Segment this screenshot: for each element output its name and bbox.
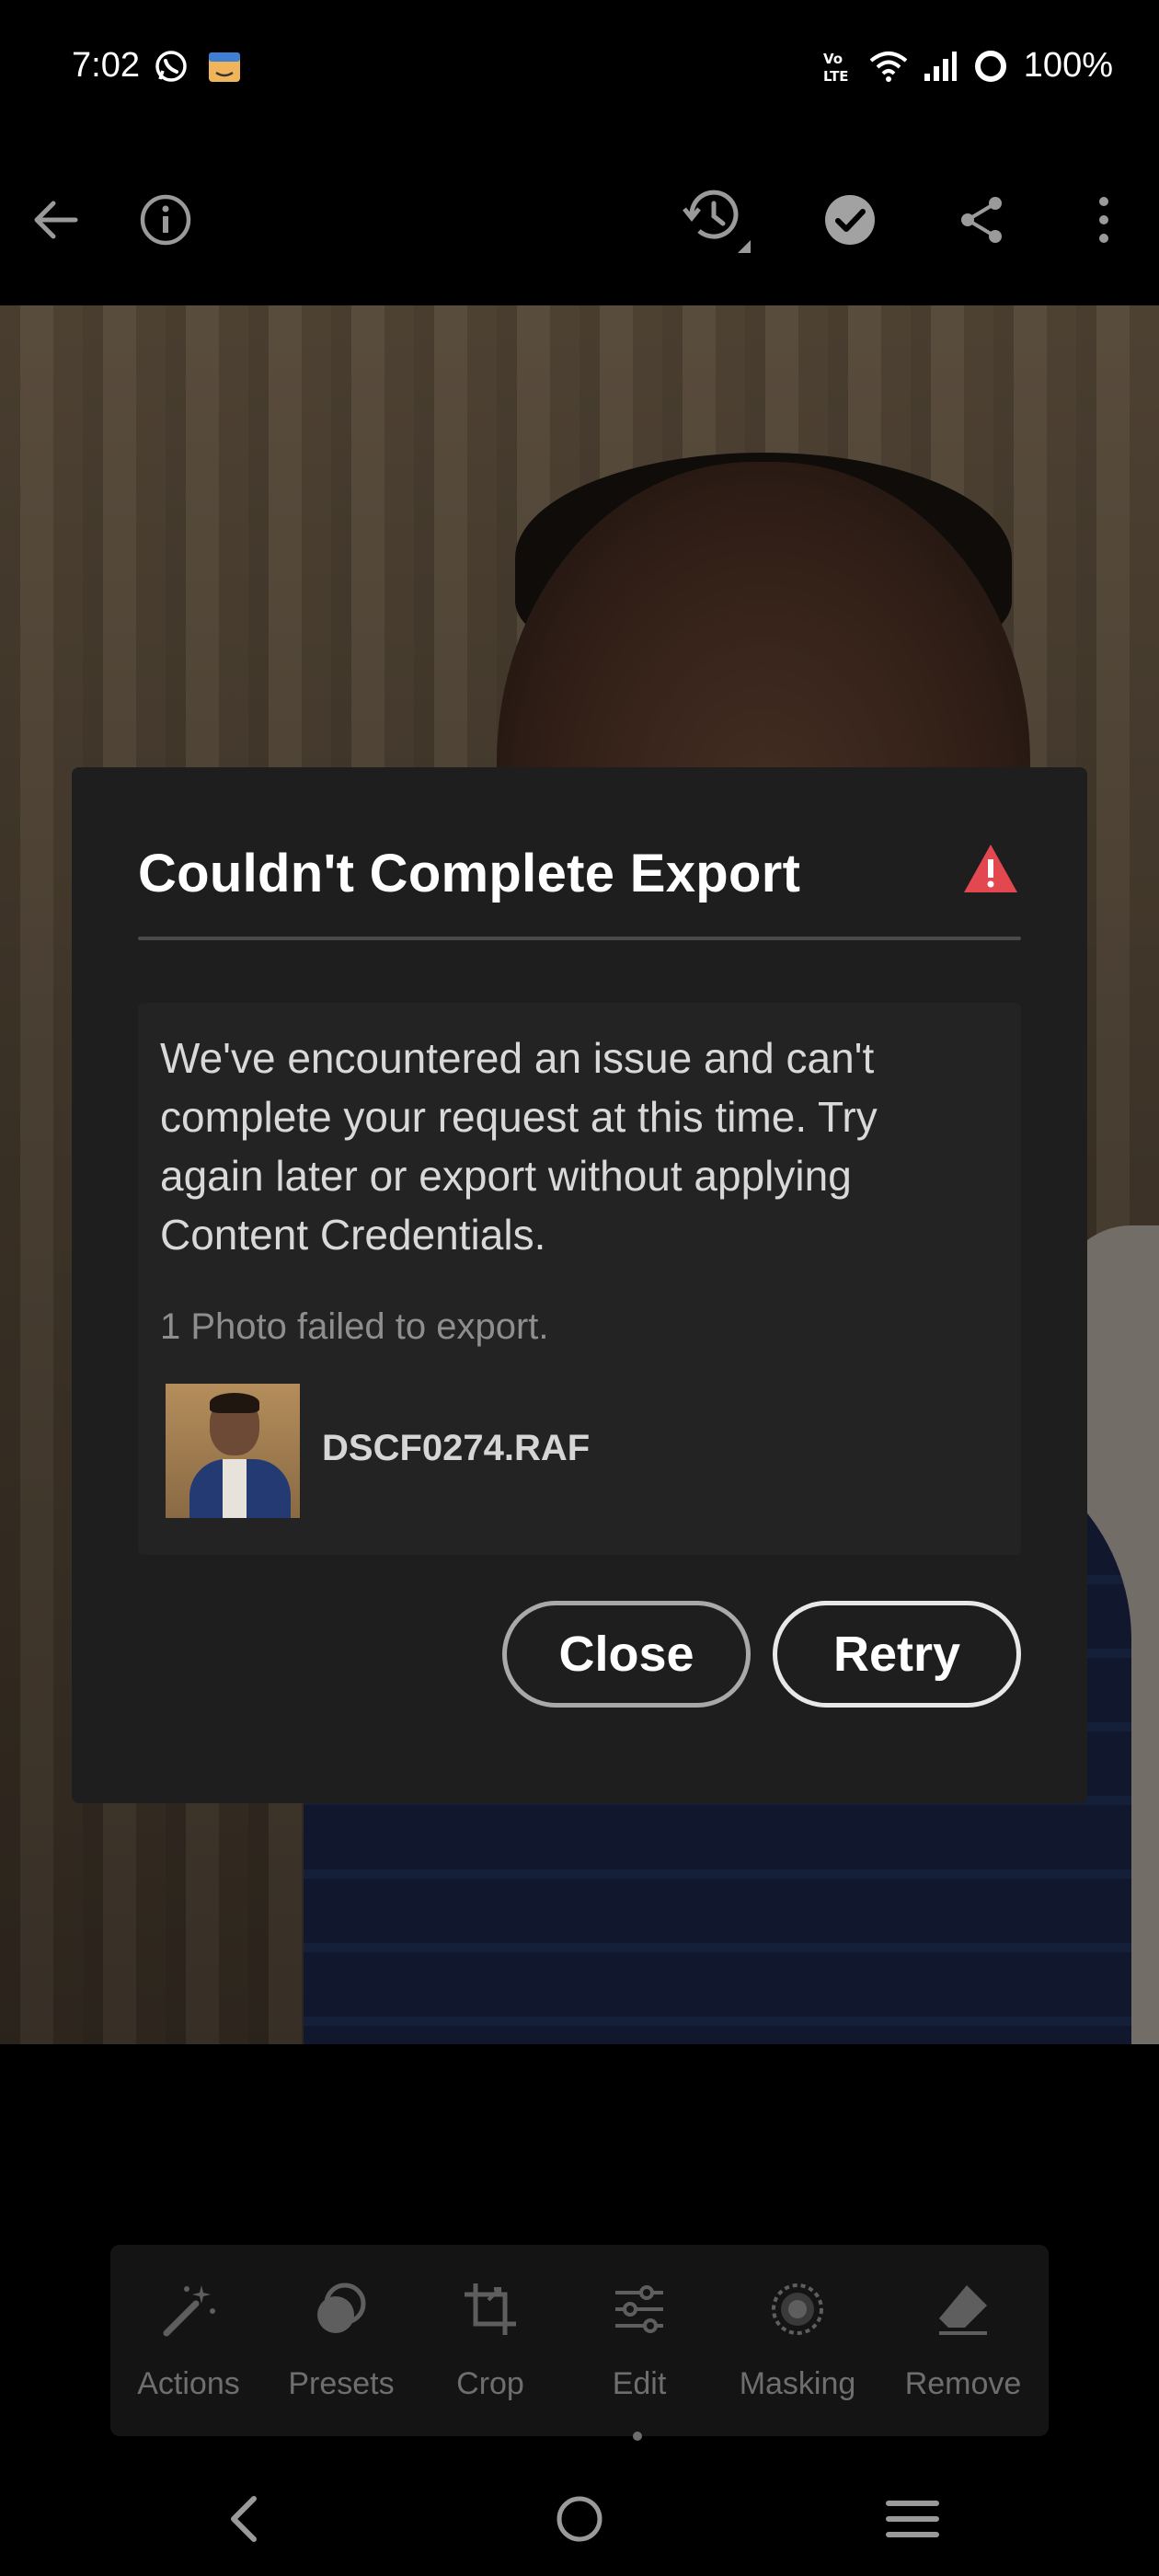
tool-crop[interactable]: Crop [421,2272,559,2402]
share-icon [957,194,1008,250]
tool-label: Edit [612,2366,667,2401]
back-arrow-icon [29,194,81,250]
status-time: 7:02 [72,46,140,85]
export-error-dialog: Couldn't Complete Export We've encounter… [72,767,1087,1803]
done-button[interactable] [817,189,883,255]
dialog-divider [138,937,1021,940]
tool-label: Crop [456,2366,524,2401]
back-button[interactable] [22,189,88,255]
battery-percentage: 100% [1023,46,1113,85]
photo-thumbnail [166,1384,300,1518]
nav-back-button[interactable] [206,2484,280,2558]
tool-label: Masking [739,2366,856,2401]
tool-remove[interactable]: Remove [894,2272,1032,2402]
failed-count: 1 Photo failed to export. [160,1306,549,1347]
system-nav-bar [0,2466,1159,2576]
more-vertical-icon [1095,194,1113,250]
signal-icon [923,50,958,83]
history-icon [679,183,752,261]
crop-icon [421,2272,559,2346]
tool-label: Remove [904,2366,1022,2401]
sliders-icon [570,2272,708,2346]
retry-button[interactable]: Retry [773,1601,1021,1708]
svg-text:Vo: Vo [823,51,843,67]
error-message: We've encountered an issue and can't com… [160,1034,878,1259]
close-button[interactable]: Close [502,1601,751,1708]
info-button[interactable] [132,189,199,255]
tool-edit[interactable]: Edit [570,2272,708,2402]
battery-ring-icon [972,48,1009,85]
nav-recents-button[interactable] [876,2484,949,2558]
amazon-package-icon [206,48,243,85]
tool-masking[interactable]: Masking [729,2272,866,2402]
active-tool-indicator [633,2432,642,2441]
wifi-icon [869,50,908,83]
masking-icon [729,2272,866,2346]
alert-triangle-icon [962,843,1019,899]
check-circle-icon [821,191,878,253]
svg-text:LTE: LTE [823,68,849,85]
tool-actions[interactable]: Actions [120,2272,258,2402]
info-icon [138,192,193,252]
nav-recents-icon [885,2498,940,2545]
tool-label: Actions [137,2366,240,2401]
presets-icon [272,2272,410,2346]
nav-home-icon [552,2491,607,2551]
top-toolbar [0,138,1159,305]
magic-wand-icon [120,2272,258,2346]
share-button[interactable] [949,189,1016,255]
status-bar: 7:02 Vo LTE 100% [0,0,1159,138]
nav-home-button[interactable] [543,2484,616,2558]
tool-label: Presets [288,2366,395,2401]
eraser-icon [894,2272,1032,2346]
volte-icon: Vo LTE [823,48,855,85]
history-button[interactable] [683,189,751,255]
whatsapp-icon [153,48,189,85]
file-name: DSCF0274.RAF [322,1428,591,1468]
more-button[interactable] [1071,189,1137,255]
nav-back-icon [224,2493,261,2549]
dialog-title: Couldn't Complete Export [138,844,801,903]
tool-presets[interactable]: Presets [272,2272,410,2402]
dialog-body: We've encountered an issue and can't com… [138,1003,1021,1555]
edit-tools-panel: Actions Presets Crop Edit Masking Remove [110,2245,1049,2436]
